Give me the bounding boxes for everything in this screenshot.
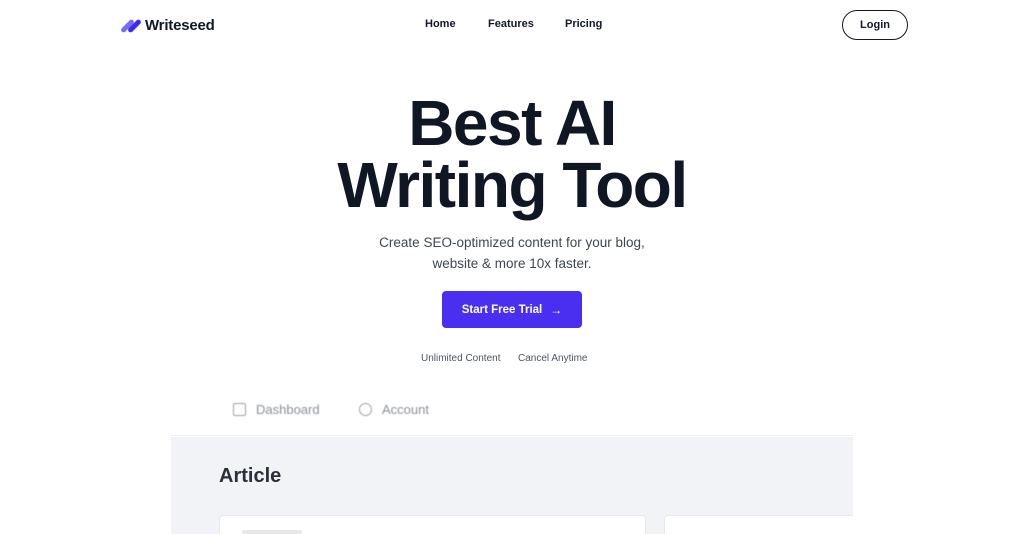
nav-link-home[interactable]: Home — [425, 18, 456, 30]
nav-link-features[interactable]: Features — [488, 18, 534, 30]
app-preview: Dashboard Account Article — [171, 400, 853, 534]
grid-icon — [233, 403, 246, 416]
hero-perks: Unlimited Content Cancel Anytime — [0, 353, 1024, 367]
user-icon — [359, 403, 372, 416]
hero-subtitle: Create SEO-optimized content for your bl… — [0, 232, 1024, 274]
start-free-trial-button[interactable]: Start Free Trial → — [442, 291, 582, 328]
tab-account-label: Account — [382, 402, 429, 417]
article-side-card[interactable] — [664, 515, 853, 534]
login-button[interactable]: Login — [842, 10, 908, 40]
nav-link-pricing[interactable]: Pricing — [565, 18, 602, 30]
tab-account[interactable]: Account — [359, 402, 429, 417]
hero-subtitle-line-2: website & more 10x faster. — [432, 256, 592, 271]
arrow-right-icon: → — [550, 302, 563, 317]
perk-unlimited-content: Unlimited Content — [421, 353, 501, 364]
app-preview-body: Article — [171, 437, 853, 534]
card-placeholder-line — [242, 530, 302, 534]
article-heading: Article — [219, 465, 282, 487]
hero-title: Best AI Writing Tool — [0, 91, 1024, 217]
hero-title-line-2: Writing Tool — [337, 149, 688, 221]
tab-dashboard-label: Dashboard — [256, 402, 320, 417]
app-preview-tabs: Dashboard Account — [171, 400, 853, 436]
article-card[interactable] — [219, 515, 646, 534]
tab-dashboard[interactable]: Dashboard — [233, 402, 320, 417]
hero-subtitle-line-1: Create SEO-optimized content for your bl… — [379, 235, 645, 250]
cta-label: Start Free Trial — [461, 303, 543, 316]
top-navigation: Writeseed Home Features Pricing Login — [0, 0, 1024, 52]
perk-cancel-anytime: Cancel Anytime — [518, 353, 588, 364]
